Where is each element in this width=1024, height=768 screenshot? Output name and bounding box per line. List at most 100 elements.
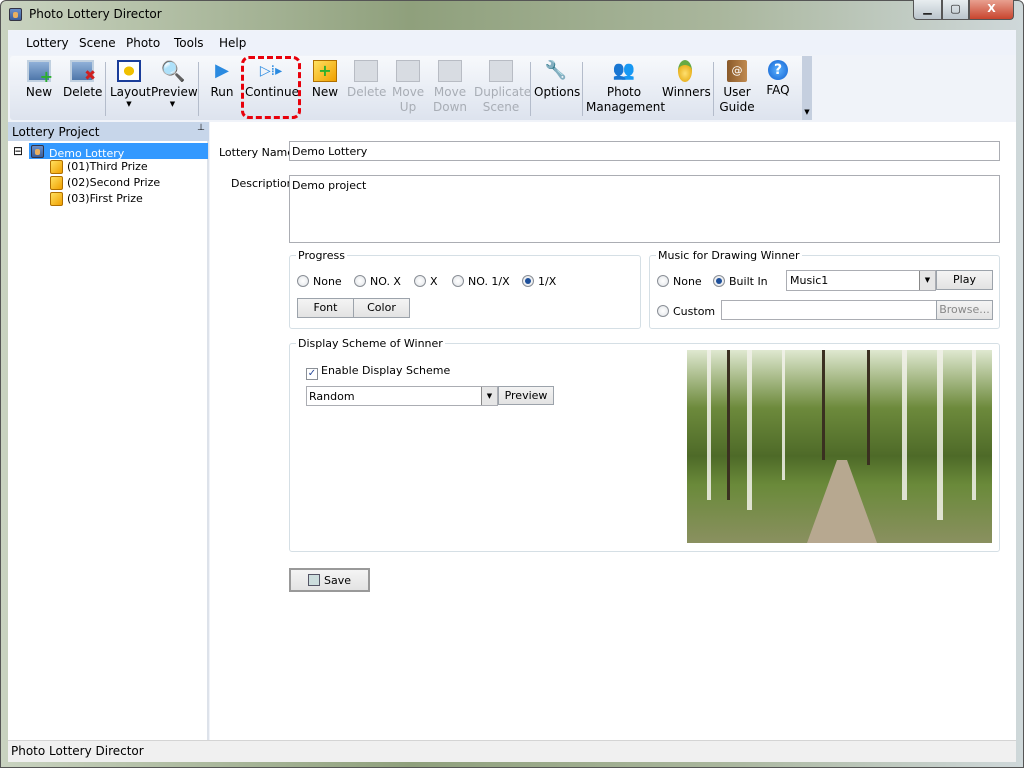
title-bar[interactable]: Photo Lottery Director ▁ ▢ X xyxy=(0,0,1024,30)
options-button[interactable]: 🔧 Options xyxy=(534,56,580,120)
photo-management-button[interactable]: 👥 Photo Management xyxy=(586,56,666,120)
browse-button[interactable]: Browse... xyxy=(936,300,993,320)
move-up-cube-icon xyxy=(396,60,420,82)
progress-1x-radio[interactable]: 1/X xyxy=(522,275,556,288)
music-builtin-radio[interactable]: Built In xyxy=(713,275,768,288)
chevron-down-icon: ▼ xyxy=(126,100,132,108)
move-down-cube-icon xyxy=(438,60,462,82)
save-button[interactable]: Save xyxy=(289,568,370,592)
music-group: Music for Drawing Winner None Built In M… xyxy=(649,249,1000,329)
app-icon xyxy=(9,8,22,21)
run-button[interactable]: ▶ Run xyxy=(209,56,235,120)
maximize-button[interactable]: ▢ xyxy=(942,0,969,20)
lottery-name-input[interactable]: Demo Lottery xyxy=(289,141,1000,161)
tree-label: (01)Third Prize xyxy=(67,160,148,173)
button-label: Preview xyxy=(151,85,198,99)
delete-scene-button[interactable]: Delete xyxy=(347,56,387,120)
panel-header: Lottery Project ⊥ xyxy=(8,122,209,141)
move-down-button[interactable]: Move Down xyxy=(433,56,467,120)
lottery-name-label: Lottery Name xyxy=(219,146,295,159)
toolbar-separator xyxy=(198,62,199,116)
progress-none-radio[interactable]: None xyxy=(297,275,342,288)
help-icon: ? xyxy=(768,60,788,80)
tree-label: (02)Second Prize xyxy=(67,176,161,189)
button-label: Photo Management xyxy=(586,85,666,114)
medal-icon xyxy=(678,60,692,82)
lottery-form: Lottery Name Demo Lottery Description De… xyxy=(210,122,1016,740)
floppy-disk-icon xyxy=(307,574,320,586)
tree-item-second-prize[interactable]: (02)Second Prize xyxy=(50,176,160,190)
tree-item-third-prize[interactable]: (01)Third Prize xyxy=(50,160,148,174)
continue-highlight-box xyxy=(241,56,301,119)
new-scene-cube-icon: + xyxy=(313,60,337,82)
button-label: Move Down xyxy=(433,85,468,114)
preview-scheme-button[interactable]: Preview xyxy=(498,386,554,405)
toolbar: + New ✖ Delete Layout ▼ 🔍 Preview ▼ ▶ Run ▷⁞▸ C… xyxy=(10,56,812,120)
button-label: Layout xyxy=(110,85,151,99)
preview-button[interactable]: 🔍 Preview ▼ xyxy=(151,56,198,120)
button-label: Winners xyxy=(662,85,711,99)
people-icon: 👥 xyxy=(612,60,636,81)
color-button[interactable]: Color xyxy=(353,298,410,318)
delete-scene-cube-icon xyxy=(354,60,378,82)
tree-item-first-prize[interactable]: (03)First Prize xyxy=(50,192,143,206)
group-title: Music for Drawing Winner xyxy=(656,249,802,262)
layout-icon xyxy=(117,60,141,82)
progress-no-x-radio[interactable]: NO. X xyxy=(354,275,401,288)
button-label: Run xyxy=(210,85,234,99)
faq-button[interactable]: ? FAQ xyxy=(764,56,792,120)
panel-title: Lottery Project xyxy=(12,125,100,139)
tree-root-demo-lottery[interactable]: Demo Lottery xyxy=(29,143,208,160)
tree-expander-icon[interactable]: ⊟ xyxy=(13,145,23,157)
font-button[interactable]: Font xyxy=(297,298,354,318)
user-guide-button[interactable]: @ User Guide xyxy=(719,56,755,120)
delete-user-icon: ✖ xyxy=(70,60,96,84)
music-custom-radio[interactable]: Custom xyxy=(657,305,715,318)
group-title: Progress xyxy=(296,249,347,262)
close-button[interactable]: X xyxy=(969,0,1014,20)
scene-cube-icon xyxy=(50,160,63,174)
scene-cube-icon xyxy=(50,192,63,206)
book-icon: @ xyxy=(727,60,747,82)
menu-tools[interactable]: Tools xyxy=(174,36,204,50)
music-none-radio[interactable]: None xyxy=(657,275,702,288)
description-label: Description xyxy=(231,177,294,190)
duplicate-scene-button[interactable]: Duplicate Scene xyxy=(474,56,531,120)
description-input[interactable]: Demo project xyxy=(289,175,1000,243)
lottery-icon xyxy=(31,145,44,158)
chevron-down-icon[interactable]: ▼ xyxy=(919,271,935,290)
play-button[interactable]: Play xyxy=(936,270,993,290)
layout-button[interactable]: Layout ▼ xyxy=(110,56,151,120)
button-label: Delete xyxy=(347,85,387,99)
magnifier-icon: 🔍 xyxy=(160,59,186,83)
custom-music-input[interactable] xyxy=(721,300,937,320)
tree-label: (03)First Prize xyxy=(67,192,143,205)
progress-x-radio[interactable]: X xyxy=(414,275,438,288)
button-label: New xyxy=(25,85,53,99)
play-icon: ▶ xyxy=(215,60,229,81)
delete-lottery-button[interactable]: ✖ Delete xyxy=(63,56,103,120)
button-label: Delete xyxy=(63,85,103,99)
menu-photo[interactable]: Photo xyxy=(126,36,160,50)
minimize-button[interactable]: ▁ xyxy=(913,0,942,20)
menu-help[interactable]: Help xyxy=(219,36,246,50)
move-up-button[interactable]: Move Up xyxy=(392,56,424,120)
button-label: User Guide xyxy=(719,85,755,114)
display-scheme-dropdown[interactable]: Random ▼ xyxy=(306,386,498,406)
button-label: Move Up xyxy=(392,85,425,114)
menu-scene[interactable]: Scene xyxy=(79,36,116,50)
pin-icon[interactable]: ⊥ xyxy=(197,123,205,133)
scheme-preview-image xyxy=(687,350,992,543)
toolbar-separator xyxy=(713,62,714,116)
group-title: Display Scheme of Winner xyxy=(296,337,445,350)
winners-button[interactable]: Winners xyxy=(662,56,711,120)
music-track-dropdown[interactable]: Music1 ▼ xyxy=(786,270,936,291)
new-lottery-button[interactable]: + New xyxy=(22,56,56,120)
progress-no-1x-radio[interactable]: NO. 1/X xyxy=(452,275,510,288)
wrench-icon: 🔧 xyxy=(544,60,568,81)
menu-lottery[interactable]: Lottery xyxy=(26,36,69,50)
new-scene-button[interactable]: + New xyxy=(310,56,340,120)
enable-display-scheme-checkbox[interactable]: ✓ Enable Display Scheme xyxy=(306,364,450,380)
chevron-down-icon[interactable]: ▼ xyxy=(481,387,497,405)
toolbar-overflow-button[interactable]: ▼ xyxy=(802,56,812,120)
